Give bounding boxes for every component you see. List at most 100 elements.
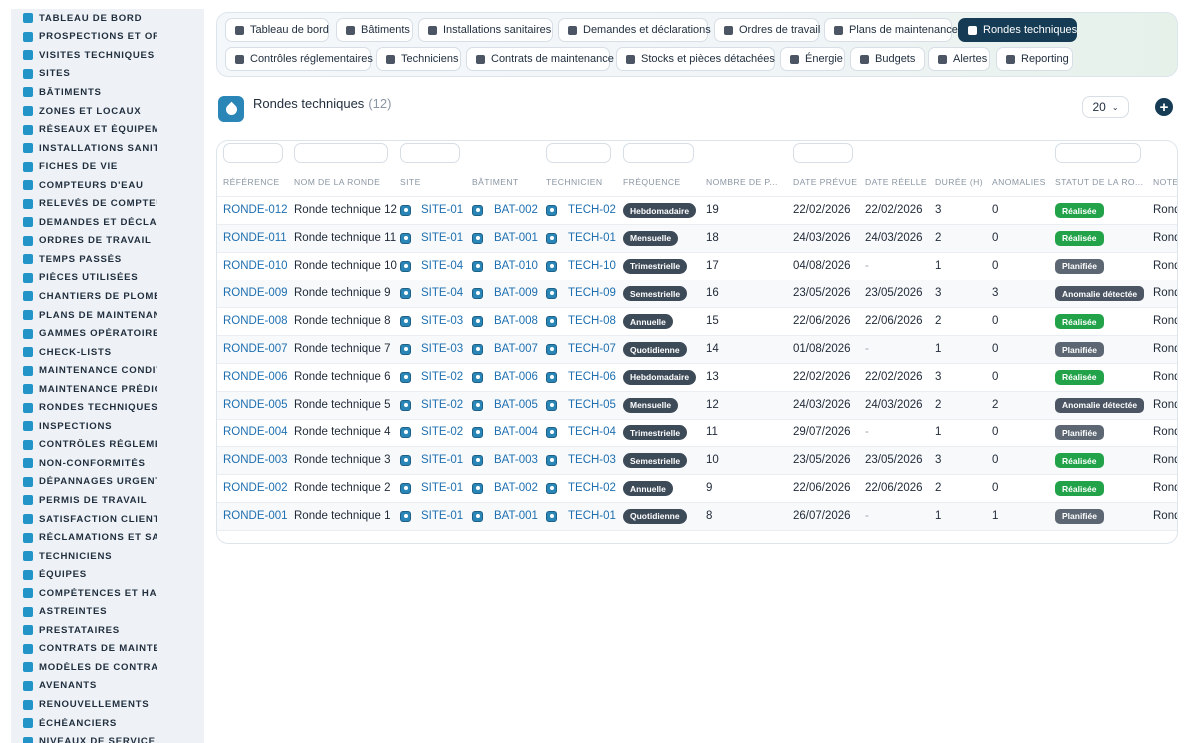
tab-1[interactable]: Bâtiments (336, 18, 413, 42)
batiment-link[interactable]: BAT-009 (494, 287, 538, 299)
table-row[interactable]: RONDE-010 Ronde technique 10 SITE-04 BAT-01… (217, 253, 1177, 281)
sidebar-item-13[interactable]: TEMPS PASSÉS (11, 250, 204, 269)
filter-reference[interactable] (223, 143, 283, 163)
column-header[interactable]: DURÉE (H) (935, 177, 983, 187)
technicien-link[interactable]: TECH-02 (568, 204, 616, 216)
page-size-select[interactable]: 20 ⌄ (1082, 96, 1129, 118)
batiment-link[interactable]: BAT-001 (494, 232, 538, 244)
sidebar-item-32[interactable]: ASTREINTES (11, 603, 204, 622)
table-row[interactable]: RONDE-009 Ronde technique 9 SITE-04 BAT-009… (217, 280, 1177, 309)
tab-4[interactable]: Ordres de travail (714, 18, 820, 42)
column-header[interactable]: DATE PRÉVUE (793, 177, 857, 187)
sidebar-item-4[interactable]: BÂTIMENTS (11, 83, 204, 102)
table-row[interactable]: RONDE-008 Ronde technique 8 SITE-03 BAT-008… (217, 308, 1177, 337)
batiment-link[interactable]: BAT-006 (494, 371, 538, 383)
sidebar-item-17[interactable]: GAMMES OPÉRATOIRES (11, 324, 204, 343)
sidebar-item-22[interactable]: INSPECTIONS (11, 417, 204, 436)
filter-site[interactable] (400, 143, 460, 163)
sidebar-item-25[interactable]: DÉPANNAGES URGENTS (11, 473, 204, 492)
sidebar-item-10[interactable]: RELEVÉS DE COMPTEURS (11, 194, 204, 213)
sidebar-item-34[interactable]: CONTRATS DE MAINTENA (11, 640, 204, 659)
column-header[interactable]: NOMBRE DE P... (706, 177, 778, 187)
sidebar-item-3[interactable]: SITES (11, 65, 204, 84)
technicien-link[interactable]: TECH-03 (568, 454, 616, 466)
site-link[interactable]: SITE-01 (421, 482, 463, 494)
sidebar-item-6[interactable]: RÉSEAUX ET ÉQUIPEMEN (11, 120, 204, 139)
sidebar-item-35[interactable]: MODÈLES DE CONTRATS (11, 658, 204, 677)
batiment-link[interactable]: BAT-002 (494, 204, 538, 216)
reference-link[interactable]: RONDE-004 (223, 426, 288, 438)
tab-8[interactable]: Techniciens (376, 47, 461, 71)
table-row[interactable]: RONDE-002 Ronde technique 2 SITE-01 BAT-002… (217, 475, 1177, 503)
sidebar-item-29[interactable]: TECHNICIENS (11, 547, 204, 566)
sidebar-item-27[interactable]: SATISFACTION CLIENT (11, 510, 204, 529)
reference-link[interactable]: RONDE-007 (223, 343, 288, 355)
sidebar-item-37[interactable]: RENOUVELLEMENTS (11, 695, 204, 714)
column-header[interactable]: BÂTIMENT (472, 177, 519, 187)
site-link[interactable]: SITE-02 (421, 426, 463, 438)
sidebar-item-39[interactable]: NIVEAUX DE SERVICE (SL (11, 732, 204, 743)
site-link[interactable]: SITE-03 (421, 343, 463, 355)
table-row[interactable]: RONDE-011 Ronde technique 11 SITE-01 BAT-00… (217, 224, 1177, 253)
sidebar-item-26[interactable]: PERMIS DE TRAVAIL (11, 491, 204, 510)
filter-nom[interactable] (294, 143, 388, 163)
filter-date-prevue[interactable] (793, 143, 853, 163)
technicien-link[interactable]: TECH-06 (568, 371, 616, 383)
sidebar-item-24[interactable]: NON-CONFORMITÉS (11, 454, 204, 473)
sidebar-item-14[interactable]: PIÈCES UTILISÉES (11, 269, 204, 288)
tab-13[interactable]: Alertes (928, 47, 990, 71)
table-row[interactable]: RONDE-003 Ronde technique 3 SITE-01 BAT-003… (217, 447, 1177, 476)
table-row[interactable]: RONDE-001 Ronde technique 1 SITE-01 BAT-001… (217, 502, 1177, 531)
site-link[interactable]: SITE-02 (421, 399, 463, 411)
table-row[interactable]: RONDE-005 Ronde technique 5 SITE-02 BAT-005… (217, 391, 1177, 420)
tab-2[interactable]: Installations sanitaires (418, 18, 553, 42)
sidebar-item-9[interactable]: COMPTEURS D'EAU (11, 176, 204, 195)
site-link[interactable]: SITE-01 (421, 510, 463, 522)
table-row[interactable]: RONDE-012 Ronde technique 12 SITE-01 BAT-00… (217, 197, 1177, 225)
sidebar-item-18[interactable]: CHECK-LISTS (11, 343, 204, 362)
sidebar-item-30[interactable]: ÉQUIPES (11, 565, 204, 584)
sidebar-item-20[interactable]: MAINTENANCE PRÉDICTI (11, 380, 204, 399)
sidebar-item-8[interactable]: FICHES DE VIE (11, 157, 204, 176)
reference-link[interactable]: RONDE-006 (223, 371, 288, 383)
site-link[interactable]: SITE-01 (421, 454, 463, 466)
reference-link[interactable]: RONDE-002 (223, 482, 288, 494)
tab-3[interactable]: Demandes et déclarations (558, 18, 711, 42)
tab-11[interactable]: Énergie (780, 47, 845, 71)
technicien-link[interactable]: TECH-08 (568, 315, 616, 327)
technicien-link[interactable]: TECH-10 (568, 260, 616, 272)
table-row[interactable]: RONDE-007 Ronde technique 7 SITE-03 BAT-007… (217, 336, 1177, 364)
tab-14[interactable]: Reporting (996, 47, 1073, 71)
tab-0[interactable]: Tableau de bord (225, 18, 329, 42)
site-link[interactable]: SITE-01 (421, 232, 463, 244)
column-header[interactable]: FRÉQUENCE (623, 177, 681, 187)
reference-link[interactable]: RONDE-003 (223, 454, 288, 466)
batiment-link[interactable]: BAT-004 (494, 426, 538, 438)
reference-link[interactable]: RONDE-012 (223, 204, 288, 216)
tab-12[interactable]: Budgets (850, 47, 925, 71)
batiment-link[interactable]: BAT-001 (494, 510, 538, 522)
site-link[interactable]: SITE-01 (421, 204, 463, 216)
batiment-link[interactable]: BAT-002 (494, 482, 538, 494)
tab-7[interactable]: Contrôles réglementaires (225, 47, 373, 71)
sidebar-item-21[interactable]: RONDES TECHNIQUES (11, 398, 204, 417)
reference-link[interactable]: RONDE-009 (223, 287, 288, 299)
column-header[interactable]: NOM DE LA RONDE (294, 177, 380, 187)
tab-10[interactable]: Stocks et pièces détachées (616, 47, 775, 71)
batiment-link[interactable]: BAT-007 (494, 343, 538, 355)
tab-5[interactable]: Plans de maintenance (824, 18, 958, 42)
tab-6[interactable]: Rondes techniques (958, 18, 1077, 42)
batiment-link[interactable]: BAT-005 (494, 399, 538, 411)
technicien-link[interactable]: TECH-01 (568, 510, 616, 522)
sidebar-item-38[interactable]: ÉCHÉANCIERS (11, 714, 204, 733)
table-row[interactable]: RONDE-006 Ronde technique 6 SITE-02 BAT-006… (217, 364, 1177, 392)
reference-link[interactable]: RONDE-001 (223, 510, 288, 522)
technicien-link[interactable]: TECH-09 (568, 287, 616, 299)
column-header[interactable]: STATUT DE LA RO... (1055, 177, 1143, 187)
sidebar-item-15[interactable]: CHANTIERS DE PLOMBER (11, 287, 204, 306)
sidebar-item-0[interactable]: TABLEAU DE BORD (11, 9, 204, 28)
filter-statut[interactable] (1055, 143, 1141, 163)
sidebar-item-33[interactable]: PRESTATAIRES (11, 621, 204, 640)
add-ronde-button[interactable]: + (1155, 98, 1173, 116)
sidebar-item-7[interactable]: INSTALLATIONS SANITAI (11, 139, 204, 158)
